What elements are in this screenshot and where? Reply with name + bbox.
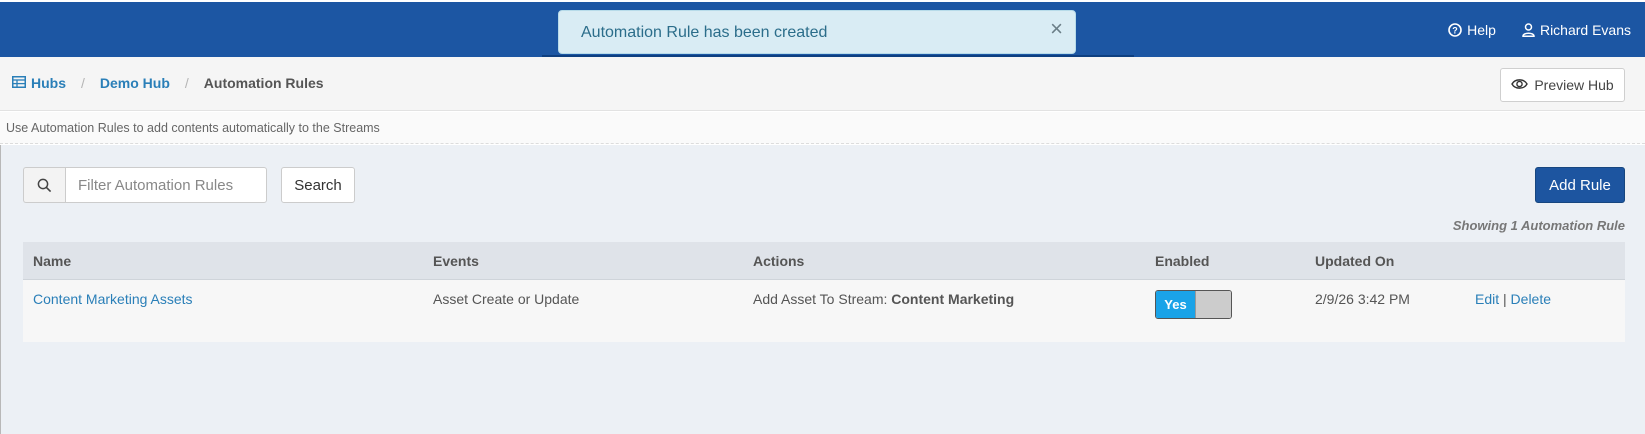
rule-events: Asset Create or Update (433, 291, 580, 307)
column-header-actions: Actions (753, 253, 805, 269)
breadcrumb-hubs-label: Hubs (31, 75, 66, 91)
row-actions: Edit | Delete (1475, 291, 1551, 307)
column-header-enabled: Enabled (1155, 253, 1210, 269)
breadcrumb-current: Automation Rules (203, 75, 324, 91)
breadcrumb-hubs[interactable]: Hubs (12, 75, 66, 91)
column-header-name: Name (33, 253, 72, 269)
table-header: Name Events Actions Enabled Updated On (23, 242, 1625, 280)
user-name: Richard Evans (1539, 21, 1631, 38)
main-content: Search Add Rule Showing 1 Automation Rul… (0, 145, 1645, 434)
breadcrumb-separator: / (81, 75, 85, 91)
table-icon (12, 75, 26, 91)
rule-action-target: Content Marketing (891, 291, 1015, 307)
rule-updated-on: 2/9/26 3:42 PM (1315, 291, 1410, 307)
enabled-toggle-label: Yes (1156, 291, 1195, 318)
preview-hub-button[interactable]: Preview Hub (1500, 68, 1625, 102)
question-circle-icon: ? (1448, 22, 1462, 37)
result-count: Showing 1 Automation Rule (1452, 218, 1625, 233)
eye-icon (1511, 77, 1529, 93)
rule-action: Add Asset To Stream: Content Marketing (753, 291, 1014, 307)
help-label: Help (1467, 21, 1496, 38)
search-input[interactable] (65, 167, 267, 203)
user-icon (1522, 22, 1535, 37)
rules-table: Name Events Actions Enabled Updated On C… (23, 242, 1625, 342)
preview-hub-label: Preview Hub (1534, 77, 1614, 93)
rule-name-link[interactable]: Content Marketing Assets (33, 291, 193, 307)
description-bar: Use Automation Rules to add contents aut… (0, 112, 1645, 144)
close-icon[interactable]: × (1050, 18, 1063, 40)
search-group (23, 167, 267, 203)
toast-message: Automation Rule has been created (581, 24, 828, 41)
breadcrumb: Hubs / Demo Hub / Automation Rules (12, 75, 324, 91)
breadcrumb-demo-hub[interactable]: Demo Hub (100, 75, 170, 91)
edit-link[interactable]: Edit (1475, 291, 1499, 307)
table-row: Content Marketing Assets Asset Create or… (23, 280, 1625, 342)
column-header-events: Events (433, 253, 479, 269)
svg-text:?: ? (1452, 25, 1458, 35)
column-header-updated-on: Updated On (1315, 253, 1395, 269)
enabled-toggle-knob (1195, 291, 1231, 318)
search-button[interactable]: Search (281, 167, 355, 203)
help-link[interactable]: ? Help (1448, 22, 1496, 38)
rule-action-prefix: Add Asset To Stream: (753, 291, 888, 307)
enabled-toggle[interactable]: Yes (1155, 290, 1232, 319)
search-icon (23, 167, 65, 203)
page-description: Use Automation Rules to add contents aut… (6, 121, 380, 135)
breadcrumb-bar: Hubs / Demo Hub / Automation Rules Previ… (0, 57, 1645, 111)
row-actions-separator: | (1503, 291, 1507, 307)
delete-link[interactable]: Delete (1511, 291, 1551, 307)
breadcrumb-separator: / (184, 75, 189, 91)
success-toast: Automation Rule has been created × (558, 10, 1076, 54)
top-nav-right: ? Help Richard Evans (1448, 2, 1631, 57)
add-rule-button[interactable]: Add Rule (1535, 167, 1625, 203)
user-menu[interactable]: Richard Evans (1522, 22, 1631, 38)
